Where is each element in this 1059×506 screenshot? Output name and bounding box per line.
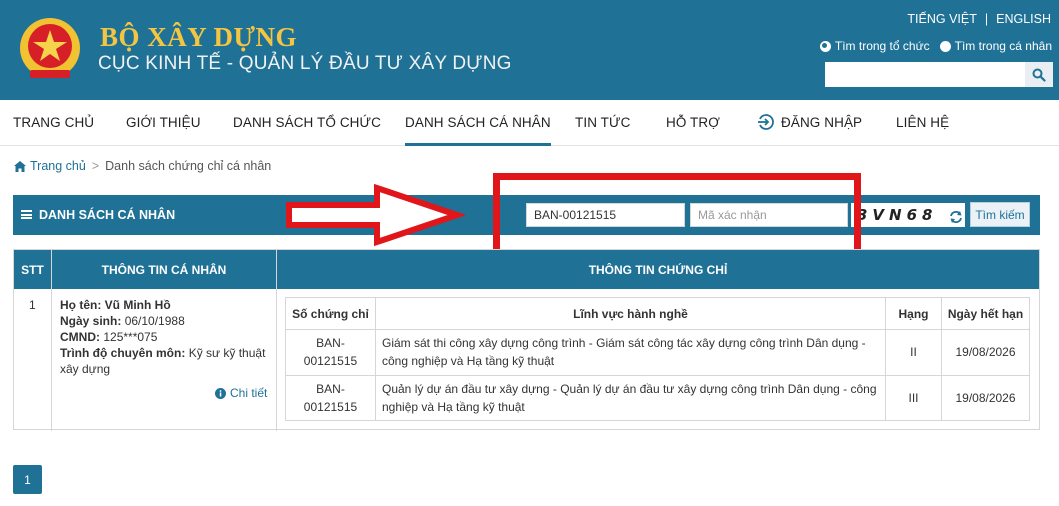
breadcrumb: Trang chủ > Danh sách chứng chỉ cá nhân [14, 159, 271, 173]
cert-number: BAN- 00121515 [303, 382, 358, 414]
header-grade: Hạng [898, 306, 929, 321]
site-subtitle: CỤC KINH TẾ - QUẢN LÝ ĐẦU TƯ XÂY DỰNG [98, 53, 512, 74]
nav-persons[interactable]: DANH SÁCH CÁ NHÂN [405, 115, 551, 146]
detail-link[interactable]: Chi tiết [215, 386, 267, 400]
menu-icon [21, 210, 32, 219]
person-certificate-table: STT THÔNG TIN CÁ NHÂN THÔNG TIN CHỨNG CH… [13, 249, 1040, 431]
breadcrumb-separator: > [91, 159, 100, 173]
nav-organizations[interactable]: DANH SÁCH TỔ CHỨC [233, 115, 381, 130]
cert-field: Quản lý dự án đầu tư xây dựng - Quản lý … [382, 382, 877, 414]
radio-unchecked-icon[interactable] [939, 40, 951, 52]
language-switcher: TIẾNG VIỆT | ENGLISH [907, 12, 1051, 26]
national-emblem-icon[interactable] [14, 14, 86, 86]
person-dob: 06/10/1988 [124, 314, 185, 328]
header-certificate-info: THÔNG TIN CHỨNG CHỈ [277, 250, 1039, 289]
cert-grade: III [908, 391, 919, 405]
lang-vietnamese-link[interactable]: TIẾNG VIỆT [907, 12, 976, 26]
login-icon[interactable] [757, 113, 775, 131]
radio-search-org[interactable]: Tìm trong tổ chức [819, 39, 930, 53]
person-level-line2: xây dựng [60, 362, 111, 376]
cert-expiry: 19/08/2026 [955, 391, 1016, 405]
annotation-highlight-box [493, 173, 861, 257]
name-label: Họ tên: [60, 298, 102, 312]
section-title: DANH SÁCH CÁ NHÂN [39, 208, 176, 222]
search-scope: Tìm trong tổ chức Tìm trong cá nhân [819, 39, 1052, 53]
info-icon [215, 387, 226, 399]
header-search-button[interactable] [1025, 62, 1053, 87]
lang-separator: | [984, 12, 989, 26]
header-field: Lĩnh vực hành nghề [573, 306, 688, 321]
personal-info: Họ tên: Vũ Minh Hồ Ngày sinh: 06/10/1988… [60, 297, 270, 377]
radio-search-person-label: Tìm trong cá nhân [954, 39, 1052, 53]
breadcrumb-current: Danh sách chứng chỉ cá nhân [105, 159, 272, 173]
id-label: CMND: [60, 330, 100, 344]
nav-home[interactable]: TRANG CHỦ [13, 115, 94, 130]
breadcrumb-home-label[interactable]: Trang chủ [30, 159, 86, 173]
row-stt: 1 [29, 298, 36, 312]
radio-checked-icon[interactable] [819, 40, 831, 52]
level-label: Trình độ chuyên môn: [60, 346, 186, 360]
person-level-line1: Kỹ sư kỹ thuật [188, 346, 266, 360]
header-expiry: Ngày hết hạn [947, 306, 1024, 321]
dob-label: Ngày sinh: [60, 314, 122, 328]
lang-english-link[interactable]: ENGLISH [996, 12, 1051, 26]
cert-field: Giám sát thi công xây dựng công trình - … [382, 336, 866, 368]
search-icon [1032, 68, 1046, 82]
person-id: 125***075 [103, 330, 158, 344]
nav-contact[interactable]: LIÊN HỆ [896, 115, 949, 130]
header-personal-info: THÔNG TIN CÁ NHÂN [52, 250, 276, 289]
home-icon [14, 160, 26, 172]
annotation-arrow-icon [286, 183, 465, 247]
header-search-input[interactable] [825, 62, 1025, 87]
header-cert-number: Số chứng chỉ [292, 306, 369, 321]
search-button[interactable]: Tìm kiếm [970, 202, 1030, 227]
site-header: BỘ XÂY DỰNG CỤC KINH TẾ - QUẢN LÝ ĐẦU TƯ… [0, 0, 1059, 100]
cert-grade: II [910, 345, 917, 359]
site-title[interactable]: BỘ XÂY DỰNG [100, 22, 297, 53]
cert-number: BAN- 00121515 [303, 336, 358, 368]
header-stt: STT [14, 250, 51, 289]
detail-link-label[interactable]: Chi tiết [230, 386, 267, 400]
cert-expiry: 19/08/2026 [955, 345, 1016, 359]
nav-about[interactable]: GIỚI THIỆU [126, 115, 201, 130]
certificate-table: Số chứng chỉ Lĩnh vực hành nghề Hạng Ngà… [285, 297, 1030, 421]
nav-news[interactable]: TIN TỨC [575, 115, 630, 130]
radio-search-person[interactable]: Tìm trong cá nhân [939, 39, 1052, 53]
person-name: Vũ Minh Hồ [104, 298, 171, 312]
nav-login[interactable]: ĐĂNG NHẬP [781, 115, 862, 130]
radio-search-org-label: Tìm trong tổ chức [834, 39, 930, 53]
refresh-captcha-icon[interactable] [948, 209, 964, 225]
column-divider [276, 250, 277, 431]
breadcrumb-home[interactable]: Trang chủ [14, 159, 86, 173]
nav-support[interactable]: HỖ TRỢ [666, 115, 720, 130]
main-nav: TRANG CHỦ GIỚI THIỆU DANH SÁCH TỔ CHỨC D… [0, 100, 1059, 146]
column-divider [51, 250, 52, 431]
pagination-page-1[interactable]: 1 [13, 465, 42, 494]
